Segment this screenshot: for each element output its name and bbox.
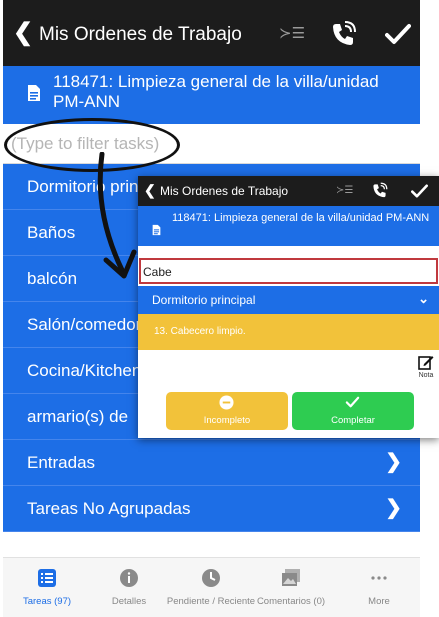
tab-detalles[interactable]: Detalles — [89, 558, 169, 617]
complete-label: Completar — [331, 415, 375, 426]
list-filter-icon[interactable]: ≻☰ — [336, 185, 353, 197]
group-label: Tareas No Agrupadas — [27, 499, 191, 518]
group-label: armario(s) de — [27, 407, 129, 426]
tab-pendiente[interactable]: Pendiente / Reciente — [167, 558, 255, 617]
group-label: Cocina/Kitchen — [27, 361, 142, 380]
phone-call-icon[interactable] — [329, 20, 357, 48]
tab-label: Comentarios (0) — [256, 596, 326, 607]
inset-page-title: Mis Ordenes de Trabajo — [160, 184, 289, 198]
list-filter-icon[interactable]: ≻☰ — [279, 25, 305, 43]
task-filter-input[interactable] — [143, 263, 433, 281]
page-title: Mis Ordenes de Trabajo — [39, 24, 242, 45]
group-row[interactable]: Entradas ❯ — [3, 440, 420, 486]
work-order-title: 118471: Limpieza general de la villa/uni… — [53, 72, 379, 111]
group-label: Dormitorio principal — [152, 293, 256, 307]
incomplete-label: Incompleto — [203, 415, 251, 426]
bottom-tab-bar: Tareas (97) Detalles Pendiente / Recient… — [3, 557, 420, 617]
group-row-expanded[interactable]: Dormitorio principal ⌄ — [138, 286, 439, 314]
incomplete-button[interactable]: Incompleto — [166, 392, 288, 430]
chevron-right-icon: ❯ — [385, 451, 402, 473]
note-button[interactable]: Nota — [412, 354, 438, 384]
document-icon — [152, 224, 161, 236]
filter-result-inset: ❮ Mis Ordenes de Trabajo ≻☰ 118471: Limp… — [138, 176, 439, 438]
note-label: Nota — [418, 372, 434, 379]
check-icon — [345, 396, 360, 408]
task-label: 13. Cabecero limpio. — [154, 326, 246, 337]
complete-button[interactable]: Completar — [292, 392, 414, 430]
group-label: Salón/comedor — [27, 315, 142, 334]
group-row[interactable]: Tareas No Agrupadas ❯ — [3, 486, 420, 532]
edit-note-icon — [418, 356, 434, 370]
phone-call-icon[interactable] — [371, 182, 388, 199]
group-label: balcón — [27, 269, 78, 288]
images-icon — [282, 569, 300, 586]
tab-more[interactable]: More — [339, 558, 419, 617]
tab-label: More — [368, 596, 390, 607]
back-button[interactable]: ❮ — [13, 20, 33, 46]
chevron-right-icon: ❯ — [385, 497, 402, 519]
inset-work-order-header: 118471: Limpieza general de la villa/uni… — [138, 206, 439, 246]
confirm-check-icon[interactable] — [411, 183, 428, 199]
more-icon — [371, 576, 387, 580]
tab-comentarios[interactable]: Comentarios (0) — [251, 558, 331, 617]
top-bar: ❮ Mis Ordenes de Trabajo ≻☰ — [3, 0, 420, 66]
task-row[interactable]: 13. Cabecero limpio. — [138, 314, 439, 350]
work-order-header: 118471: Limpieza general de la villa/uni… — [3, 66, 420, 124]
group-label: Baños — [27, 223, 76, 242]
back-button[interactable]: ❮ — [144, 183, 156, 198]
minus-circle-icon — [219, 395, 234, 410]
chevron-down-icon: ⌄ — [418, 291, 429, 306]
document-icon — [28, 85, 40, 101]
list-icon — [38, 569, 56, 587]
group-label: Entradas — [27, 453, 96, 472]
inset-filter-bar — [139, 258, 438, 284]
info-icon — [120, 569, 138, 587]
work-order-title: 118471: Limpieza general de la villa/uni… — [172, 212, 430, 224]
tab-tareas[interactable]: Tareas (97) — [7, 558, 87, 617]
clock-icon — [202, 569, 220, 587]
confirm-check-icon[interactable] — [385, 22, 411, 46]
inset-top-bar: ❮ Mis Ordenes de Trabajo ≻☰ — [138, 176, 439, 206]
